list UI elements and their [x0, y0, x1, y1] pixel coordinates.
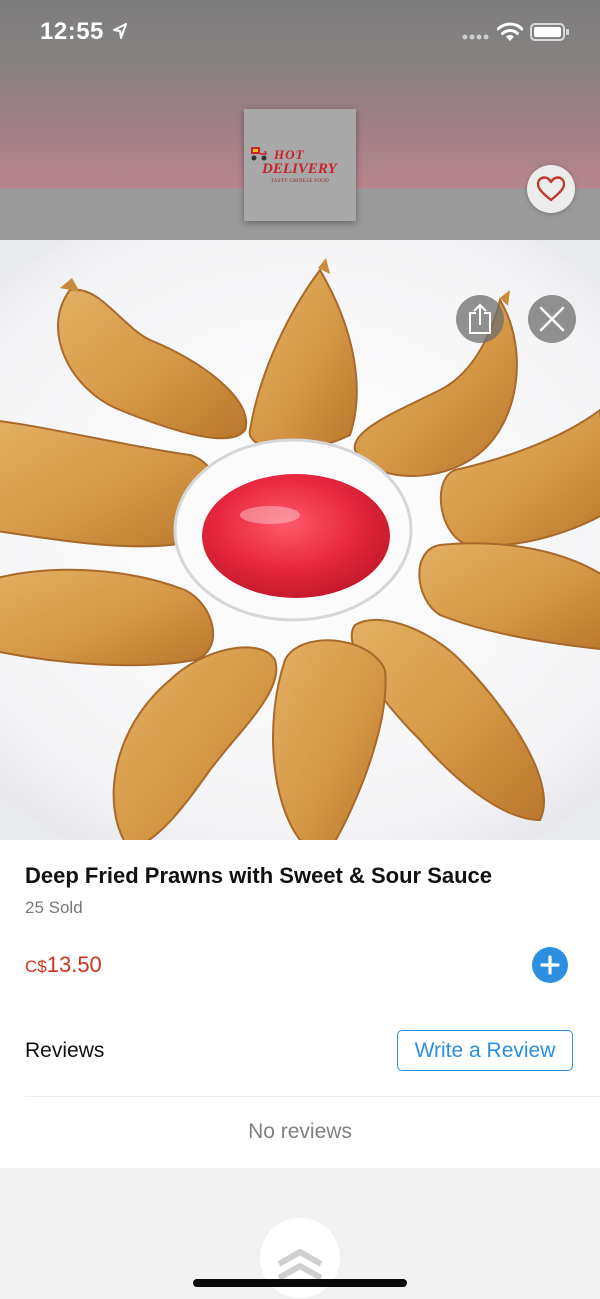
share-button[interactable]	[456, 295, 504, 343]
write-review-button[interactable]: Write a Review	[397, 1030, 573, 1071]
cell-signal-icon	[462, 34, 489, 40]
close-icon	[539, 306, 565, 332]
status-time: 12:55	[40, 18, 104, 45]
plus-icon	[540, 955, 560, 975]
no-reviews-text: No reviews	[248, 1120, 352, 1143]
favorite-button[interactable]	[527, 165, 575, 213]
item-title: Deep Fried Prawns with Sweet & Sour Sauc…	[25, 863, 493, 888]
item-price: C$13.50	[25, 952, 102, 978]
restaurant-logo: HOT DELIVERY TASTY CHINESE FOOD	[244, 109, 356, 221]
status-bar: 12:55	[0, 0, 600, 64]
sold-count: 25 Sold	[25, 898, 83, 917]
logo-text-delivery: DELIVERY	[262, 161, 337, 177]
wifi-icon	[497, 22, 523, 41]
chevrons-up-icon	[277, 1249, 323, 1281]
heart-icon	[537, 176, 565, 202]
home-indicator[interactable]	[193, 1279, 407, 1287]
item-details-card: Deep Fried Prawns with Sweet & Sour Sauc…	[0, 840, 600, 1168]
battery-icon	[530, 23, 569, 41]
logo-tagline: TASTY CHINESE FOOD	[270, 179, 330, 184]
price-amount: 13.50	[46, 952, 102, 977]
prawns-illustration	[0, 240, 600, 840]
divider	[25, 1096, 600, 1097]
share-icon	[469, 303, 491, 334]
reviews-heading: Reviews	[25, 1039, 105, 1062]
add-to-cart-button[interactable]	[532, 947, 568, 983]
location-arrow-icon	[113, 23, 127, 39]
price-currency: C$	[25, 957, 47, 976]
item-photo	[0, 240, 600, 840]
close-button[interactable]	[528, 295, 576, 343]
delivery-scooter-icon	[251, 147, 268, 161]
